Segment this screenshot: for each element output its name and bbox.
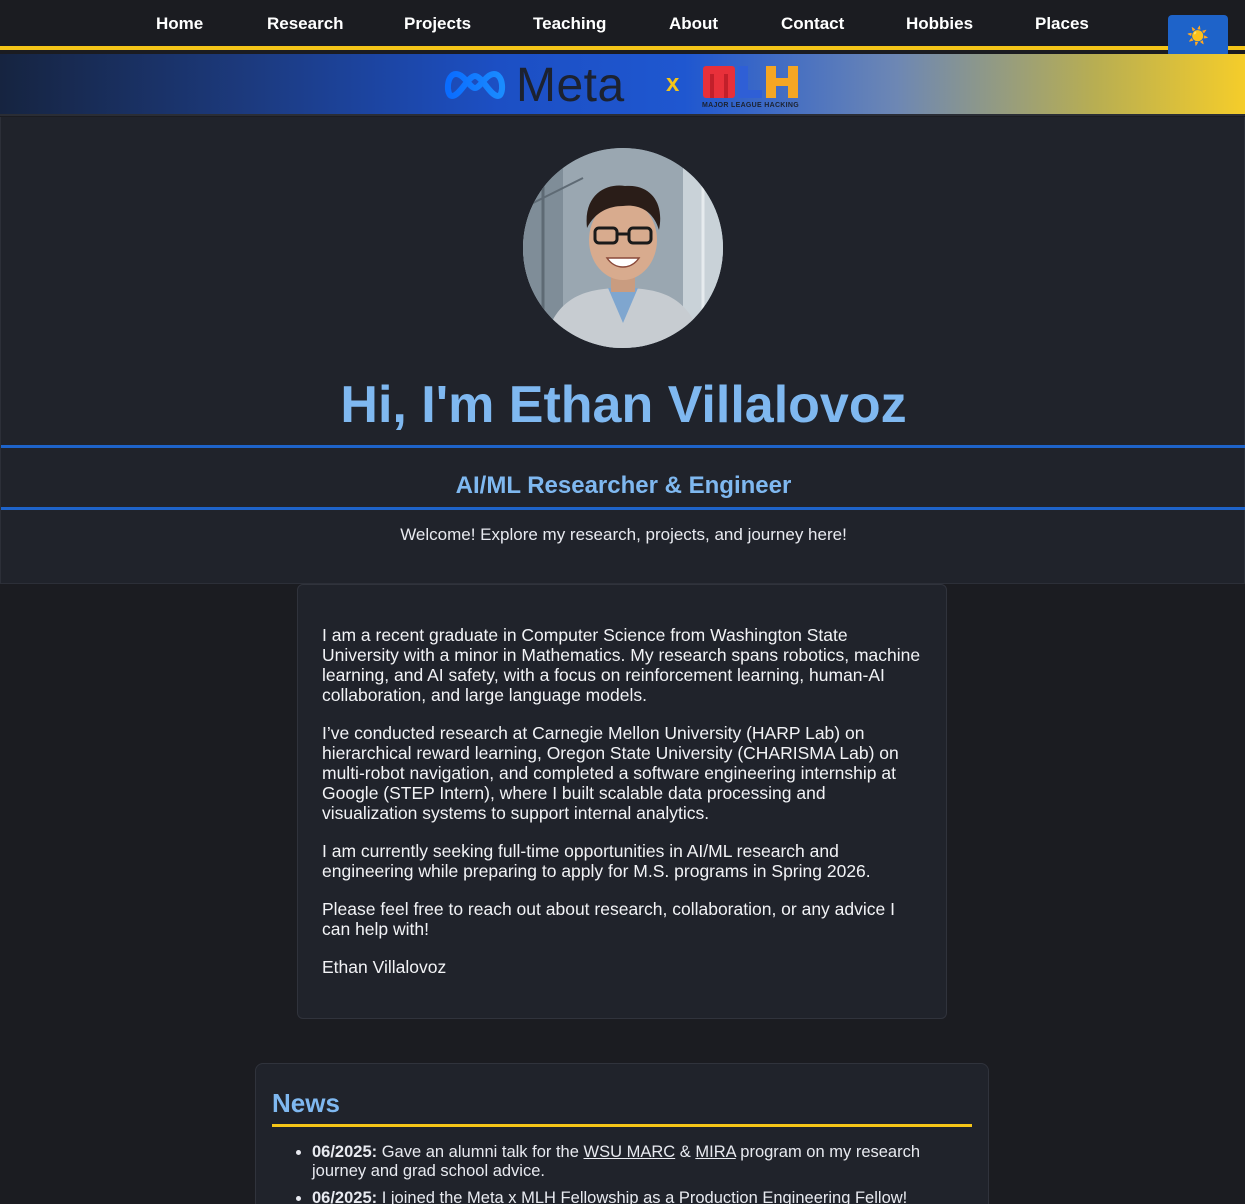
news-item: 06/2025: Gave an alumni talk for the WSU… — [312, 1143, 972, 1181]
meta-mlh-banner: Meta x MAJOR LEAGUE HACKING — [0, 54, 1245, 116]
nav-contact[interactable]: Contact — [781, 14, 844, 34]
mlh-letters-icon — [703, 66, 798, 98]
news-divider — [272, 1124, 972, 1127]
about-signature: Ethan Villalovoz — [322, 957, 447, 977]
news-date: 06/2025: — [312, 1189, 378, 1204]
nav-about[interactable]: About — [669, 14, 718, 34]
about-paragraph: Please feel free to reach out about rese… — [322, 899, 895, 939]
about-card: I am a recent graduate in Computer Scien… — [297, 584, 947, 1019]
nav-hobbies[interactable]: Hobbies — [906, 14, 973, 34]
portrait-illustration — [523, 148, 723, 348]
news-date: 06/2025: — [312, 1143, 378, 1161]
news-card: News 06/2025: Gave an alumni talk for th… — [255, 1063, 989, 1204]
nav-home[interactable]: Home — [156, 14, 203, 34]
news-list: 06/2025: Gave an alumni talk for the WSU… — [272, 1143, 972, 1204]
welcome-text: Welcome! Explore my research, projects, … — [400, 525, 847, 544]
mlh-logo: MAJOR LEAGUE HACKING — [702, 62, 802, 110]
hero-divider-top — [1, 445, 1245, 448]
theme-toggle-button[interactable]: ☀️ — [1168, 15, 1228, 57]
about-paragraph: I am a recent graduate in Computer Scien… — [322, 625, 921, 705]
wsu-marc-link[interactable]: WSU MARC — [584, 1143, 676, 1161]
news-item: 06/2025: I joined the Meta x MLH Fellows… — [312, 1189, 972, 1204]
news-text: I joined the Meta x MLH Fellowship as a … — [377, 1189, 908, 1204]
about-paragraph: I am currently seeking full-time opportu… — [322, 841, 871, 881]
news-text: Gave an alumni talk for the — [377, 1143, 584, 1161]
nav-projects[interactable]: Projects — [404, 14, 471, 34]
news-text: & — [675, 1143, 696, 1161]
hero-subtitle: AI/ML Researcher & Engineer — [455, 472, 792, 499]
meta-infinity-icon — [444, 71, 506, 99]
top-nav: Home Research Projects Teaching About Co… — [0, 0, 1245, 57]
nav-teaching[interactable]: Teaching — [533, 14, 606, 34]
page-title: Hi, I'm Ethan Villalovoz — [340, 376, 907, 434]
hero-section: Hi, I'm Ethan Villalovoz AI/ML Researche… — [0, 117, 1245, 584]
about-paragraph: I’ve conducted research at Carnegie Mell… — [322, 723, 899, 823]
profile-photo — [523, 148, 723, 348]
hero-divider-bottom — [1, 507, 1245, 510]
mlh-subtitle: MAJOR LEAGUE HACKING — [702, 102, 800, 109]
meta-wordmark: Meta — [516, 59, 625, 112]
banner-x: x — [666, 70, 680, 97]
sun-icon: ☀️ — [1186, 25, 1210, 46]
nav-research[interactable]: Research — [267, 14, 344, 34]
nav-links: Home Research Projects Teaching About Co… — [0, 0, 1245, 50]
news-title: News — [272, 1088, 340, 1118]
mira-link[interactable]: MIRA — [695, 1143, 735, 1161]
nav-places[interactable]: Places — [1035, 14, 1089, 34]
